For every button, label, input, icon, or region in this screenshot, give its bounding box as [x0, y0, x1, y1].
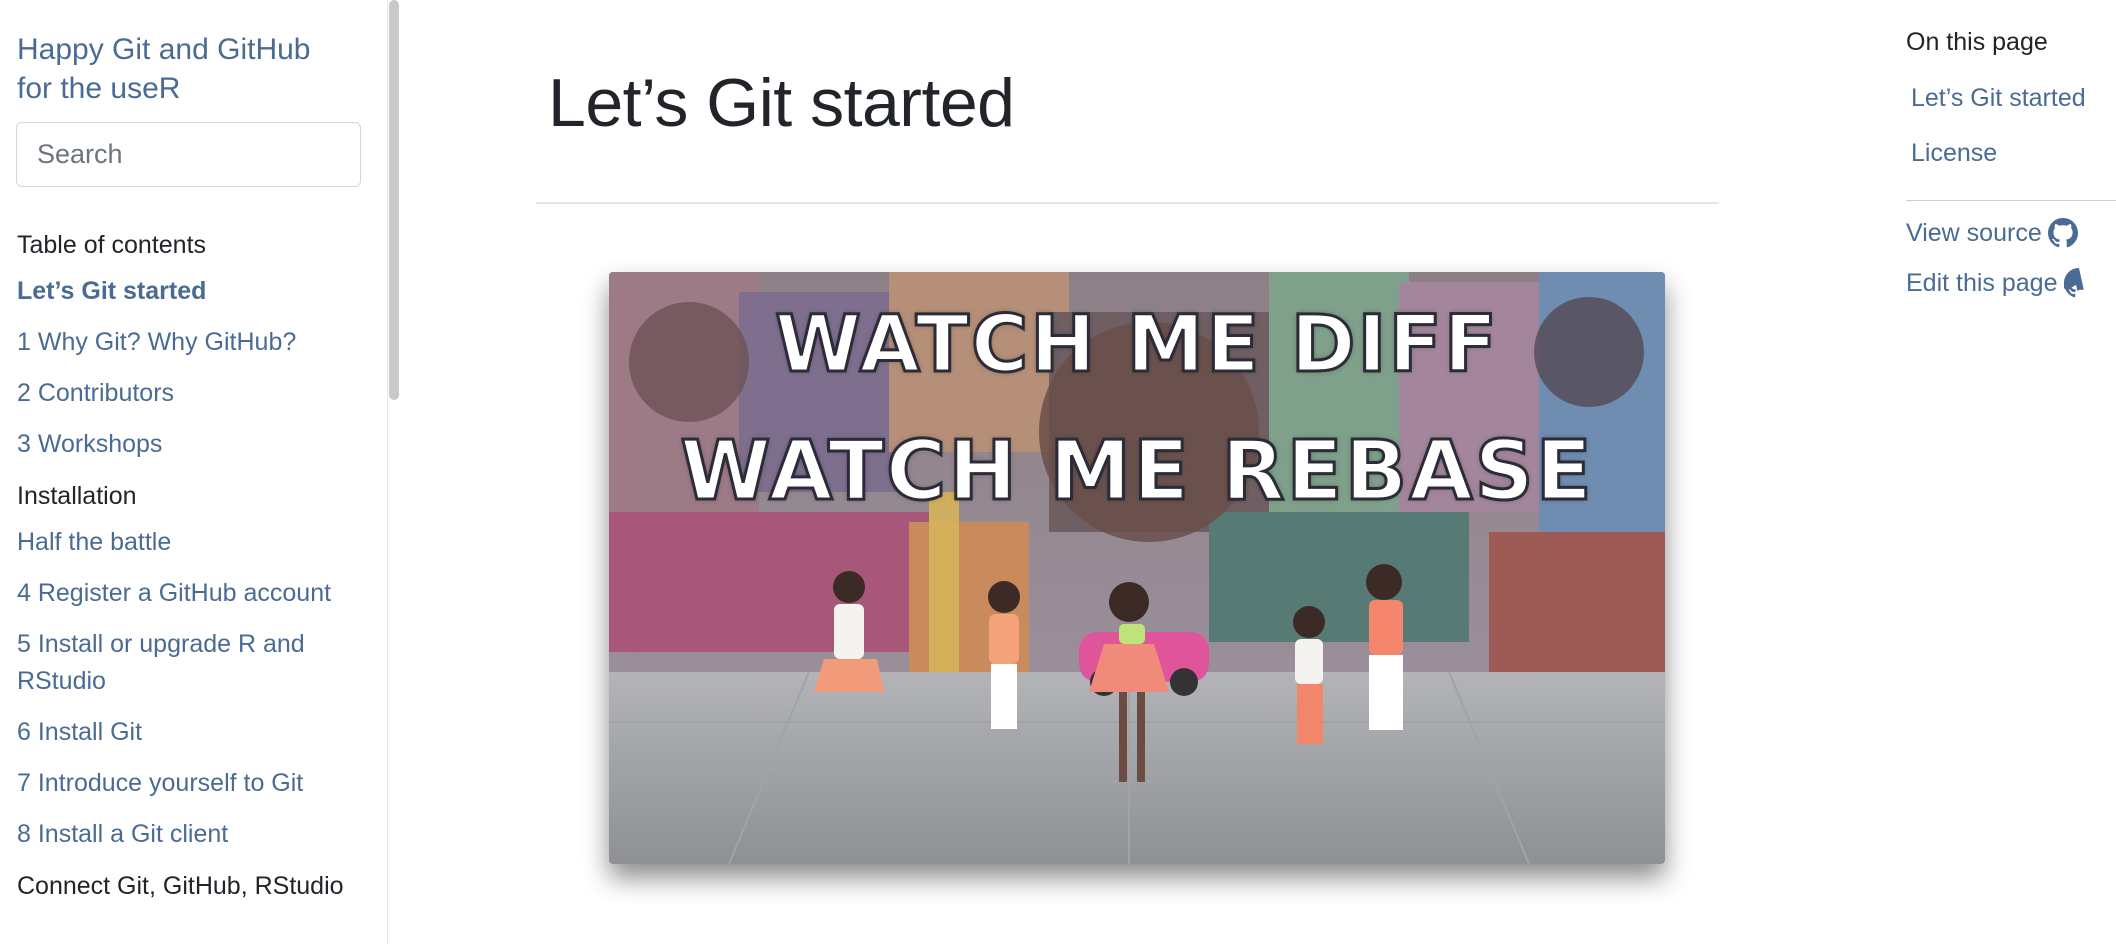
toc-item-why-git[interactable]: 1 Why Git? Why GitHub? — [17, 324, 362, 361]
view-source-label: View source — [1906, 218, 2042, 247]
hero-caption-line1: WATCH ME DIFF — [773, 299, 1500, 392]
book-title-link[interactable]: Happy Git and GitHub for the useR — [17, 30, 337, 108]
otp-divider — [1906, 200, 2116, 201]
toc-item-introduce-yourself[interactable]: 7 Introduce yourself to Git — [17, 765, 362, 802]
sidebar: Happy Git and GitHub for the useR Table … — [0, 0, 388, 944]
hero-image: WATCH ME DIFF WATCH ME REBASE — [609, 272, 1665, 864]
toc-section-installation[interactable]: Installation — [17, 477, 362, 515]
otp-link-lets-git-started[interactable]: Let’s Git started — [1911, 84, 2086, 113]
on-this-page-heading: On this page — [1906, 28, 2048, 56]
page-title: Let’s Git started — [548, 65, 1015, 141]
toc-item-workshops[interactable]: 3 Workshops — [17, 426, 362, 463]
toc-item-install-r-rstudio[interactable]: 5 Install or upgrade R and RStudio — [17, 626, 362, 700]
github-icon — [2047, 218, 2078, 248]
sidebar-scrollbar[interactable] — [389, 0, 399, 400]
hero-caption-line2: WATCH ME REBASE — [679, 423, 1594, 521]
search-input[interactable] — [16, 122, 361, 187]
toc-item-register-github[interactable]: 4 Register a GitHub account — [17, 575, 362, 612]
view-source-link[interactable]: View source — [1906, 218, 2078, 248]
toc-item-half-the-battle[interactable]: Half the battle — [17, 524, 362, 561]
toc-section-connect[interactable]: Connect Git, GitHub, RStudio — [17, 867, 362, 905]
toc-item-install-git-client[interactable]: 8 Install a Git client — [17, 816, 362, 853]
github-icon — [2063, 268, 2084, 298]
edit-page-label: Edit this page — [1906, 268, 2058, 297]
table-of-contents: Table of contents Let’s Git started 1 Wh… — [17, 226, 362, 914]
toc-item-contributors[interactable]: 2 Contributors — [17, 375, 362, 412]
edit-page-link[interactable]: Edit this page — [1906, 268, 2094, 298]
otp-link-license[interactable]: License — [1911, 139, 1997, 168]
toc-item-install-git[interactable]: 6 Install Git — [17, 714, 362, 751]
title-divider — [536, 202, 1719, 204]
toc-heading: Table of contents — [17, 231, 207, 259]
toc-item-lets-git-started[interactable]: Let’s Git started — [17, 273, 362, 310]
